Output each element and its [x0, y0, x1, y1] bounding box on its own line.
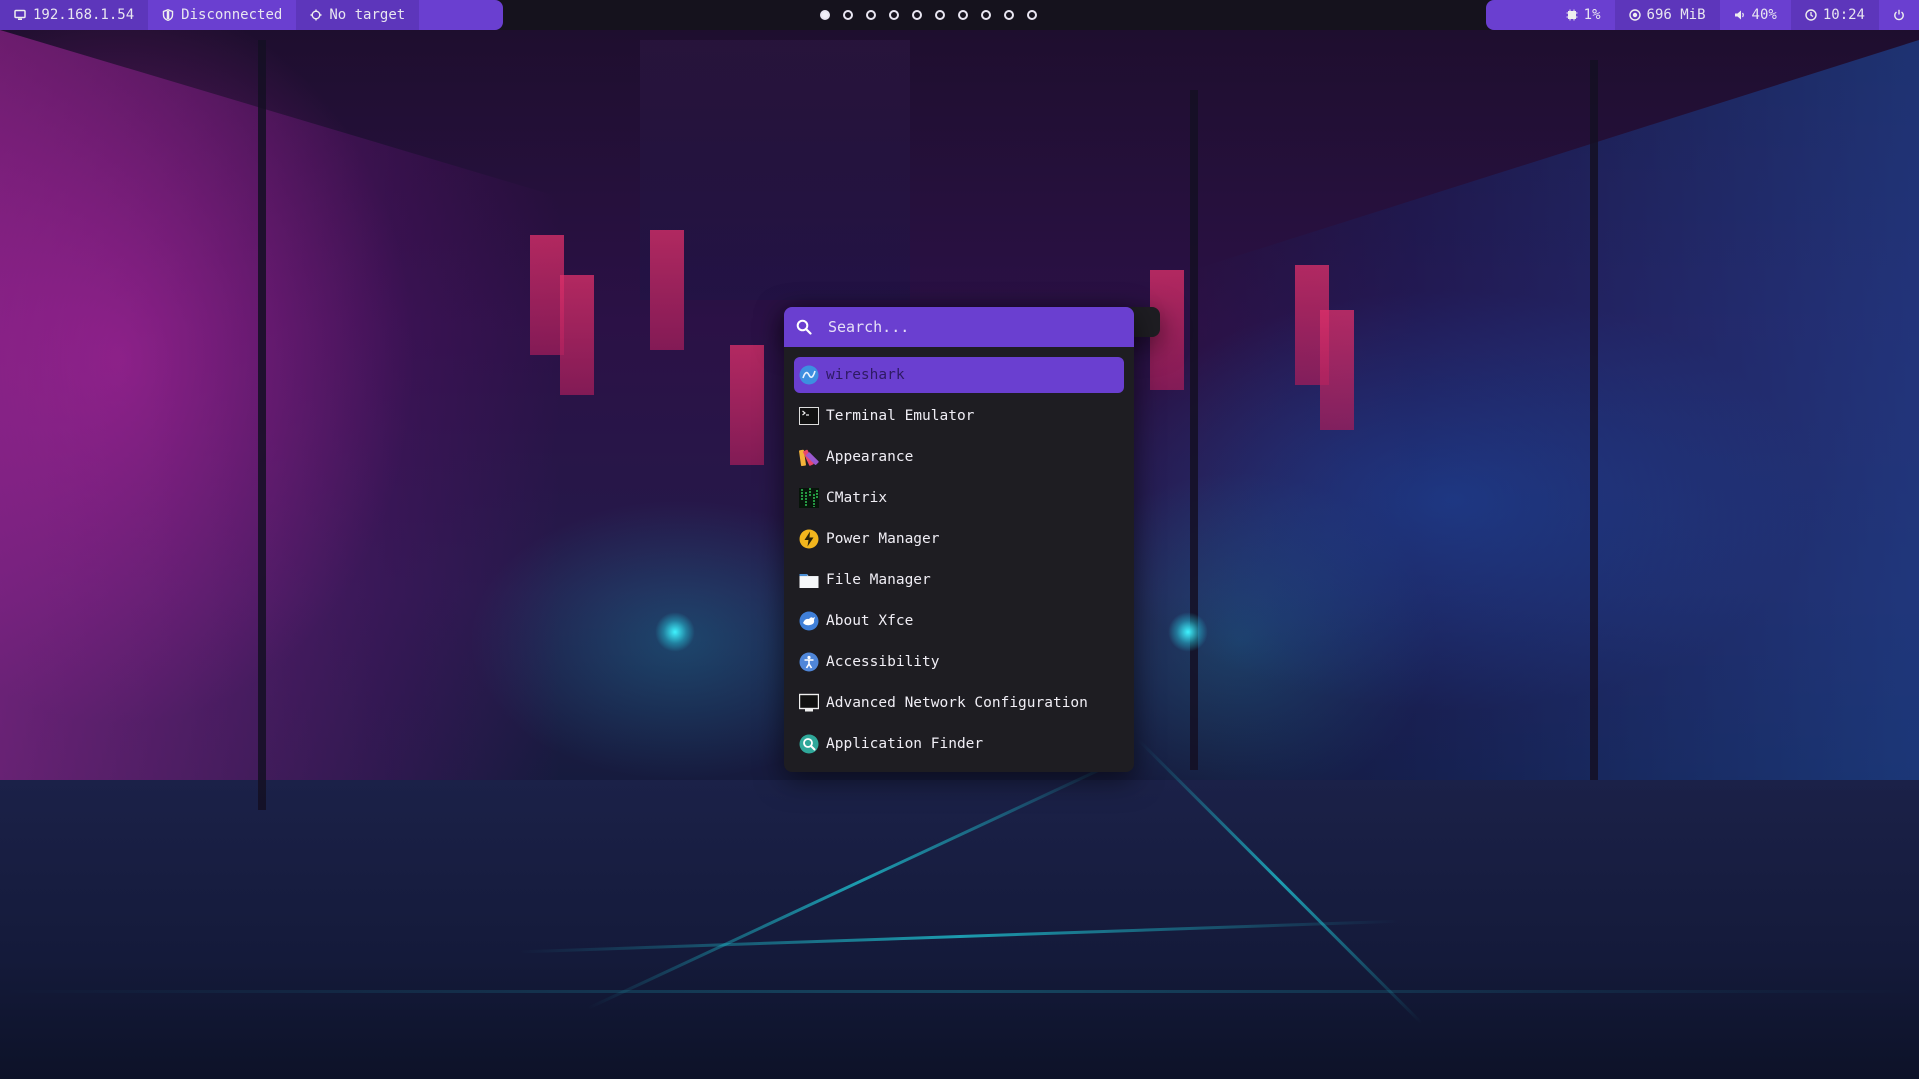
launcher-result-label: Application Finder [826, 736, 984, 752]
workspace-indicator[interactable] [889, 10, 899, 20]
workspace-indicator[interactable] [820, 10, 830, 20]
wallpaper-banner [730, 345, 764, 465]
workspace-indicator[interactable] [866, 10, 876, 20]
wallpaper-pole [258, 40, 266, 810]
wireshark-icon [799, 365, 819, 385]
vpn-status-widget[interactable]: Disconnected [148, 0, 296, 30]
cpu-icon [1566, 9, 1578, 21]
panel-right-group: 1% 696 MiB 40% 10:24 [1486, 0, 1919, 30]
workspace-indicator[interactable] [843, 10, 853, 20]
launcher-result-label: Advanced Network Configuration [826, 695, 1088, 711]
launcher-search-input[interactable] [824, 307, 1134, 347]
memory-widget[interactable]: 696 MiB [1614, 0, 1720, 30]
launcher-result-label: wireshark [826, 367, 905, 383]
workspace-indicator[interactable] [935, 10, 945, 20]
workspace-indicator[interactable] [958, 10, 968, 20]
crosshair-icon [310, 9, 322, 21]
search-icon [784, 307, 824, 347]
launcher-result-item[interactable]: Advanced Network Configuration [794, 685, 1124, 721]
launcher-result-item[interactable]: About Xfce [794, 603, 1124, 639]
wallpaper-building-right [1199, 40, 1919, 800]
appearance-icon [799, 447, 819, 467]
accessibility-icon [799, 652, 819, 672]
launcher-results-list: wireshark Terminal Emulator Appearance CMat… [794, 357, 1124, 767]
launcher-result-item[interactable]: CMatrix [794, 480, 1124, 516]
launcher-result-label: Terminal Emulator [826, 408, 975, 424]
application-finder-icon [799, 734, 819, 754]
workspace-indicator[interactable] [1004, 10, 1014, 20]
power-button[interactable] [1879, 0, 1919, 30]
launcher-result-item[interactable]: Terminal Emulator [794, 398, 1124, 434]
workspace-indicator[interactable] [912, 10, 922, 20]
app-launcher-dialog: wireshark Terminal Emulator Appearance CMat… [784, 307, 1134, 772]
clock-widget[interactable]: 10:24 [1790, 0, 1879, 30]
launcher-result-label: CMatrix [826, 490, 888, 506]
target-widget[interactable]: No target [296, 0, 420, 30]
volume-level-label: 40% [1751, 7, 1777, 23]
vpn-status-label: Disconnected [181, 7, 283, 23]
clock-icon [1805, 9, 1817, 21]
wallpaper-banner [560, 275, 594, 395]
launcher-search-bar [784, 307, 1134, 347]
launcher-result-item[interactable]: File Manager [794, 562, 1124, 598]
terminal-icon [799, 406, 819, 426]
wallpaper-tram-line [0, 990, 1919, 993]
launcher-result-label: File Manager [826, 572, 931, 588]
xfce-icon [799, 611, 819, 631]
launcher-result-item[interactable]: Appearance [794, 439, 1124, 475]
power-icon [1893, 9, 1905, 21]
launcher-result-item[interactable]: Application Finder [794, 726, 1124, 762]
launcher-result-label: Accessibility [826, 654, 940, 670]
workspace-indicator[interactable] [981, 10, 991, 20]
wallpaper-pole [1590, 60, 1598, 780]
workspace-indicator[interactable] [1027, 10, 1037, 20]
cpu-widget[interactable]: 1% [1552, 0, 1615, 30]
network-config-icon [799, 693, 819, 713]
memory-usage-label: 696 MiB [1646, 7, 1706, 23]
wallpaper-street-light [1168, 612, 1208, 652]
shield-icon [162, 9, 174, 21]
wallpaper-street [0, 780, 1919, 1079]
launcher-result-item[interactable]: Power Manager [794, 521, 1124, 557]
launcher-result-item[interactable]: wireshark [794, 357, 1124, 393]
launcher-result-label: Power Manager [826, 531, 940, 547]
power-manager-icon [799, 529, 819, 549]
wallpaper-building-left [0, 30, 560, 790]
cpu-usage-label: 1% [1583, 7, 1601, 23]
launcher-result-item[interactable]: Accessibility [794, 644, 1124, 680]
wallpaper-pole [1190, 90, 1198, 770]
launcher-result-label: Appearance [826, 449, 914, 465]
top-panel: 192.168.1.54 Disconnected No target 1% 6… [0, 0, 1919, 337]
workspace-switcher [820, 0, 1037, 30]
wallpaper-banner [650, 230, 684, 350]
panel-left-group: 192.168.1.54 Disconnected No target [0, 0, 1160, 337]
ip-address-label: 192.168.1.54 [33, 7, 135, 23]
wallpaper-banner [530, 235, 564, 355]
ip-address-widget[interactable]: 192.168.1.54 [0, 0, 149, 30]
target-label: No target [329, 7, 406, 23]
wallpaper-street-light [655, 612, 695, 652]
launcher-result-label: About Xfce [826, 613, 914, 629]
file-manager-icon [799, 570, 819, 590]
memory-icon [1628, 9, 1641, 21]
volume-widget[interactable]: 40% [1720, 0, 1791, 30]
clock-label: 10:24 [1822, 7, 1865, 23]
monitor-icon [14, 9, 26, 21]
cmatrix-icon [799, 488, 819, 508]
wallpaper-banner [1320, 310, 1354, 430]
volume-icon [1734, 9, 1746, 21]
